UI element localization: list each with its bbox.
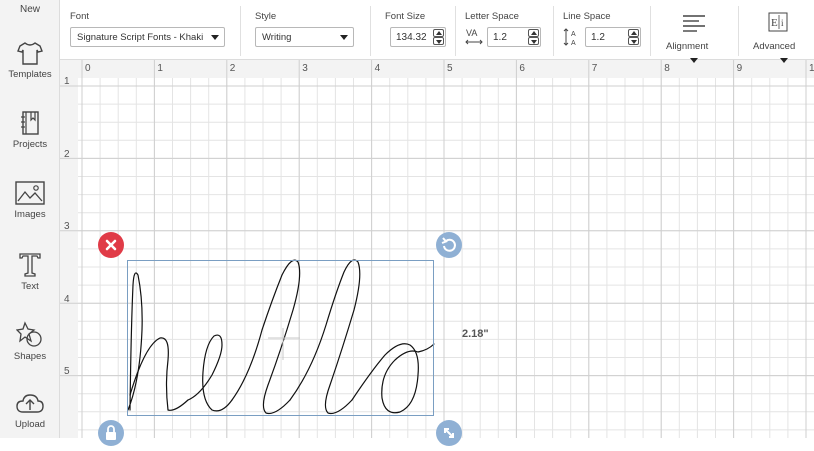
rotate-icon — [441, 237, 456, 252]
alignment-dropdown-icon[interactable] — [690, 58, 698, 63]
advanced-dropdown-icon[interactable] — [780, 58, 788, 63]
lock-icon — [106, 425, 116, 440]
resize-handle[interactable] — [436, 420, 462, 446]
close-icon — [105, 239, 117, 251]
lock-handle[interactable] — [98, 420, 124, 446]
height-dimension-label: 2.18" — [462, 328, 489, 340]
resize-icon — [444, 428, 454, 438]
selection-box[interactable] — [127, 260, 434, 416]
rotate-handle[interactable] — [436, 232, 462, 258]
delete-handle[interactable] — [98, 232, 124, 258]
